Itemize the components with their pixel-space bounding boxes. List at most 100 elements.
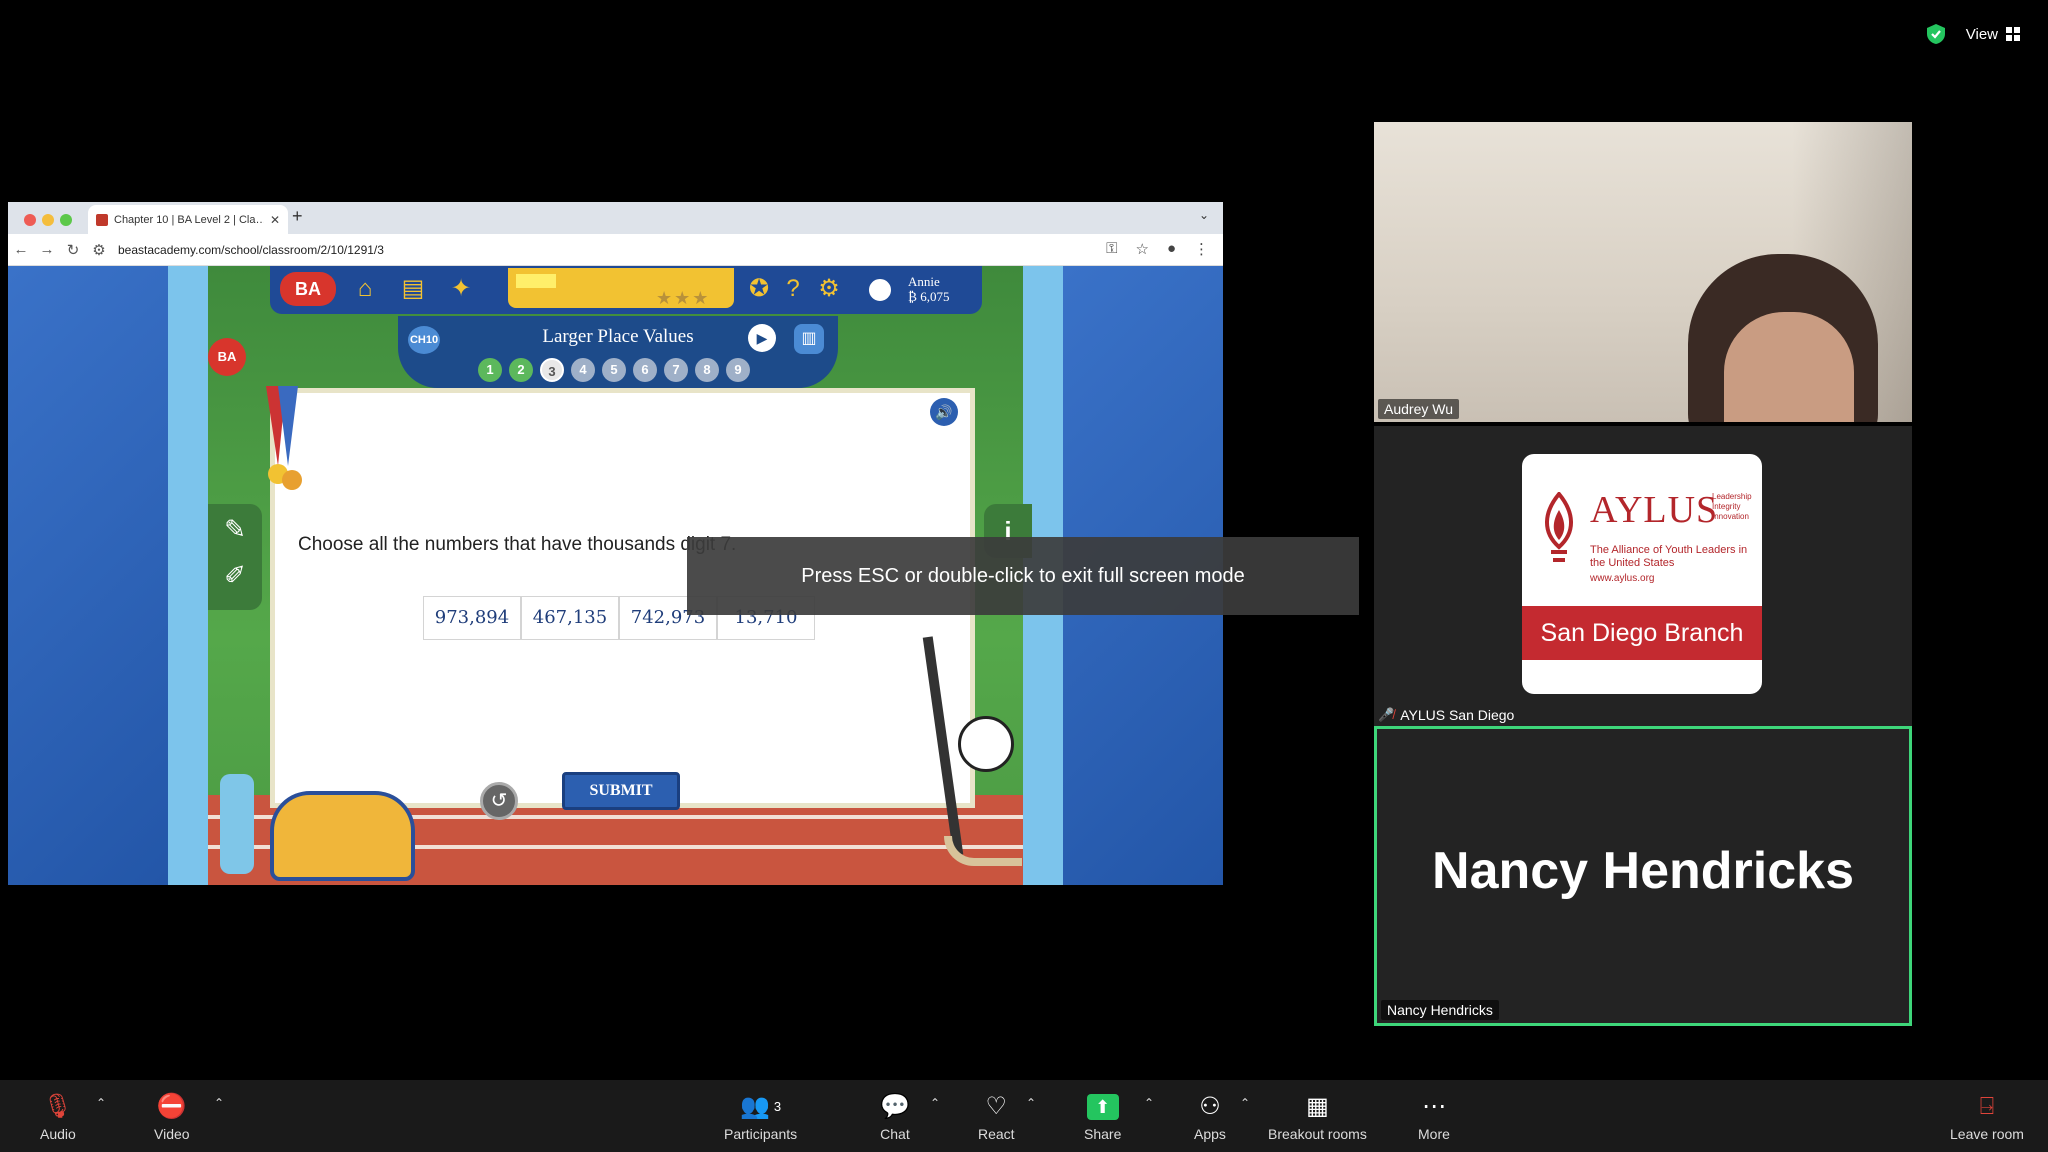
aylus-tagline-text: The Alliance of Youth Leaders in the Uni… bbox=[1590, 544, 1748, 569]
step-indicator[interactable]: 4 bbox=[571, 358, 595, 382]
step-indicator[interactable]: 1 bbox=[478, 358, 502, 382]
browser-menu-icon[interactable]: ⋮ bbox=[1194, 240, 1209, 258]
browser-tab[interactable]: Chapter 10 | BA Level 2 | Cla… ✕ bbox=[88, 205, 288, 234]
progress-fill bbox=[516, 274, 556, 288]
speaker-icon[interactable]: 🔊 bbox=[930, 398, 958, 426]
fullscreen-exit-notice: Press ESC or double-click to exit full s… bbox=[687, 537, 1359, 615]
apps-button[interactable]: ⚇ Apps bbox=[1194, 1092, 1226, 1142]
help-icon[interactable]: ? bbox=[778, 274, 808, 304]
step-indicator[interactable]: 3 bbox=[540, 358, 564, 382]
chat-label: Chat bbox=[880, 1126, 910, 1142]
beast-academy-logo[interactable]: BA bbox=[280, 272, 336, 306]
maximize-window-button[interactable] bbox=[60, 214, 72, 226]
progress-banner: ★★★ bbox=[508, 268, 734, 308]
step-indicator[interactable]: 9 bbox=[726, 358, 750, 382]
step-indicator[interactable]: 5 bbox=[602, 358, 626, 382]
browser-tab-bar: Chapter 10 | BA Level 2 | Cla… ✕ + ⌄ bbox=[8, 202, 1223, 234]
medals-icon bbox=[266, 386, 302, 490]
stars-icon: ★★★ bbox=[656, 288, 711, 308]
tab-title: Chapter 10 | BA Level 2 | Cla… bbox=[114, 213, 264, 226]
chat-button[interactable]: 💬 Chat bbox=[880, 1092, 910, 1142]
submit-button[interactable]: SUBMIT bbox=[562, 772, 680, 810]
audio-options-chevron-icon[interactable]: ⌃ bbox=[96, 1096, 106, 1110]
tools-panel: ✎ ✐ bbox=[208, 504, 262, 610]
participant-name: Audrey Wu bbox=[1378, 399, 1459, 419]
fullscreen-notice-text: Press ESC or double-click to exit full s… bbox=[801, 564, 1245, 587]
share-options-chevron-icon[interactable]: ⌃ bbox=[1144, 1096, 1154, 1110]
problem-steps: 123456789 bbox=[478, 358, 750, 382]
aylus-logo-title: AYLUS bbox=[1590, 489, 1719, 531]
react-options-chevron-icon[interactable]: ⌃ bbox=[1026, 1096, 1036, 1110]
minimize-window-button[interactable] bbox=[42, 214, 54, 226]
forward-icon[interactable]: → bbox=[34, 241, 60, 258]
more-button[interactable]: ⋯ More bbox=[1418, 1092, 1450, 1142]
profile-icon[interactable]: ● bbox=[1167, 240, 1176, 258]
open-book-icon[interactable]: ▥ bbox=[794, 324, 824, 354]
share-button[interactable]: ⬆ Share bbox=[1084, 1092, 1121, 1142]
step-indicator[interactable]: 2 bbox=[509, 358, 533, 382]
reload-icon[interactable]: ↻ bbox=[60, 241, 86, 259]
step-indicator[interactable]: 7 bbox=[664, 358, 688, 382]
practice-icon[interactable]: ✦ bbox=[446, 274, 476, 304]
apps-icon: ⚇ bbox=[1199, 1093, 1221, 1120]
answer-choice[interactable]: 973,894 bbox=[423, 596, 521, 640]
share-screen-icon: ⬆ bbox=[1086, 1092, 1119, 1122]
participant-tile-audrey[interactable]: Audrey Wu bbox=[1374, 122, 1912, 422]
settings-gear-icon[interactable]: ⚙ bbox=[814, 274, 844, 304]
soccer-ball-image bbox=[958, 716, 1014, 772]
video-label: Video bbox=[154, 1126, 190, 1142]
eraser-icon[interactable]: ✐ bbox=[218, 560, 252, 590]
participant-name: AYLUS San Diego bbox=[1400, 707, 1515, 723]
leave-room-button[interactable]: ⍈ Leave room bbox=[1950, 1092, 2024, 1142]
reset-icon[interactable]: ↺ bbox=[480, 782, 518, 820]
gym-bag-image bbox=[270, 791, 415, 881]
tab-search-chevron-icon[interactable]: ⌄ bbox=[1199, 208, 1209, 222]
participant-tile-aylus[interactable]: AYLUS Leadership Integrity Innovation Th… bbox=[1374, 426, 1912, 726]
site-settings-icon[interactable]: ⚙ bbox=[86, 241, 112, 259]
leave-label: Leave room bbox=[1950, 1126, 2024, 1142]
react-button[interactable]: ♡ React bbox=[978, 1092, 1015, 1142]
chat-options-chevron-icon[interactable]: ⌃ bbox=[930, 1096, 940, 1110]
play-video-icon[interactable]: ▶ bbox=[748, 324, 776, 352]
participant-name: Nancy Hendricks bbox=[1381, 1000, 1499, 1020]
step-indicator[interactable]: 8 bbox=[695, 358, 719, 382]
aylus-logo-tagline: The Alliance of Youth Leaders in the Uni… bbox=[1590, 544, 1760, 585]
tab-close-icon[interactable]: ✕ bbox=[270, 213, 280, 227]
video-off-icon: ⛔ bbox=[156, 1093, 187, 1120]
zoom-meeting-window: View Chapter 10 | BA Level 2 | Cla… ✕ + … bbox=[0, 0, 2048, 1152]
bookmark-star-icon[interactable]: ☆ bbox=[1135, 240, 1148, 258]
ba-badge[interactable]: BA bbox=[208, 338, 246, 376]
participants-button[interactable]: 👥 3 Participants bbox=[724, 1092, 797, 1142]
audio-button[interactable]: 🎙 Audio bbox=[40, 1092, 76, 1142]
key-icon[interactable]: ⚿ bbox=[1106, 240, 1117, 258]
aylus-logo-values: Leadership Integrity Innovation bbox=[1712, 492, 1752, 521]
view-button[interactable]: View bbox=[1966, 26, 2020, 43]
address-bar-icons: ⚿ ☆ ● ⋮ bbox=[1106, 240, 1209, 258]
meeting-toolbar: 🎙 Audio ⌃ ⛔ Video ⌃ 👥 3 Participants 💬 Ch… bbox=[0, 1080, 2048, 1152]
user-avatar[interactable] bbox=[866, 276, 894, 304]
breakout-rooms-icon: ▦ bbox=[1306, 1093, 1329, 1120]
pencil-icon[interactable]: ✎ bbox=[218, 514, 252, 544]
leave-door-icon: ⍈ bbox=[1979, 1093, 1995, 1120]
aylus-url-text: www.aylus.org bbox=[1590, 573, 1655, 584]
top-right-controls: View bbox=[1924, 22, 2020, 46]
breakout-rooms-button[interactable]: ▦ Breakout rooms bbox=[1268, 1092, 1367, 1142]
video-button[interactable]: ⛔ Video bbox=[154, 1092, 190, 1142]
more-icon: ⋯ bbox=[1421, 1093, 1446, 1120]
security-shield-icon[interactable] bbox=[1924, 22, 1948, 46]
new-tab-button[interactable]: + bbox=[292, 206, 303, 227]
video-options-chevron-icon[interactable]: ⌃ bbox=[214, 1096, 224, 1110]
user-info[interactable]: Annie ₿ 6,075 bbox=[908, 274, 950, 304]
badge-icon[interactable]: ✪ bbox=[744, 274, 774, 304]
home-icon[interactable]: ⌂ bbox=[350, 274, 380, 304]
back-icon[interactable]: ← bbox=[8, 241, 34, 258]
step-indicator[interactable]: 6 bbox=[633, 358, 657, 382]
answer-choice[interactable]: 467,135 bbox=[521, 596, 619, 640]
close-window-button[interactable] bbox=[24, 214, 36, 226]
apps-options-chevron-icon[interactable]: ⌃ bbox=[1240, 1096, 1250, 1110]
url-field[interactable]: beastacademy.com/school/classroom/2/10/1… bbox=[118, 243, 384, 257]
water-bottle-image bbox=[220, 774, 254, 874]
participant-tile-nancy[interactable]: Nancy Hendricks Nancy Hendricks bbox=[1374, 726, 1912, 1026]
guide-book-icon[interactable]: ▤ bbox=[398, 274, 428, 304]
share-label: Share bbox=[1084, 1126, 1122, 1142]
